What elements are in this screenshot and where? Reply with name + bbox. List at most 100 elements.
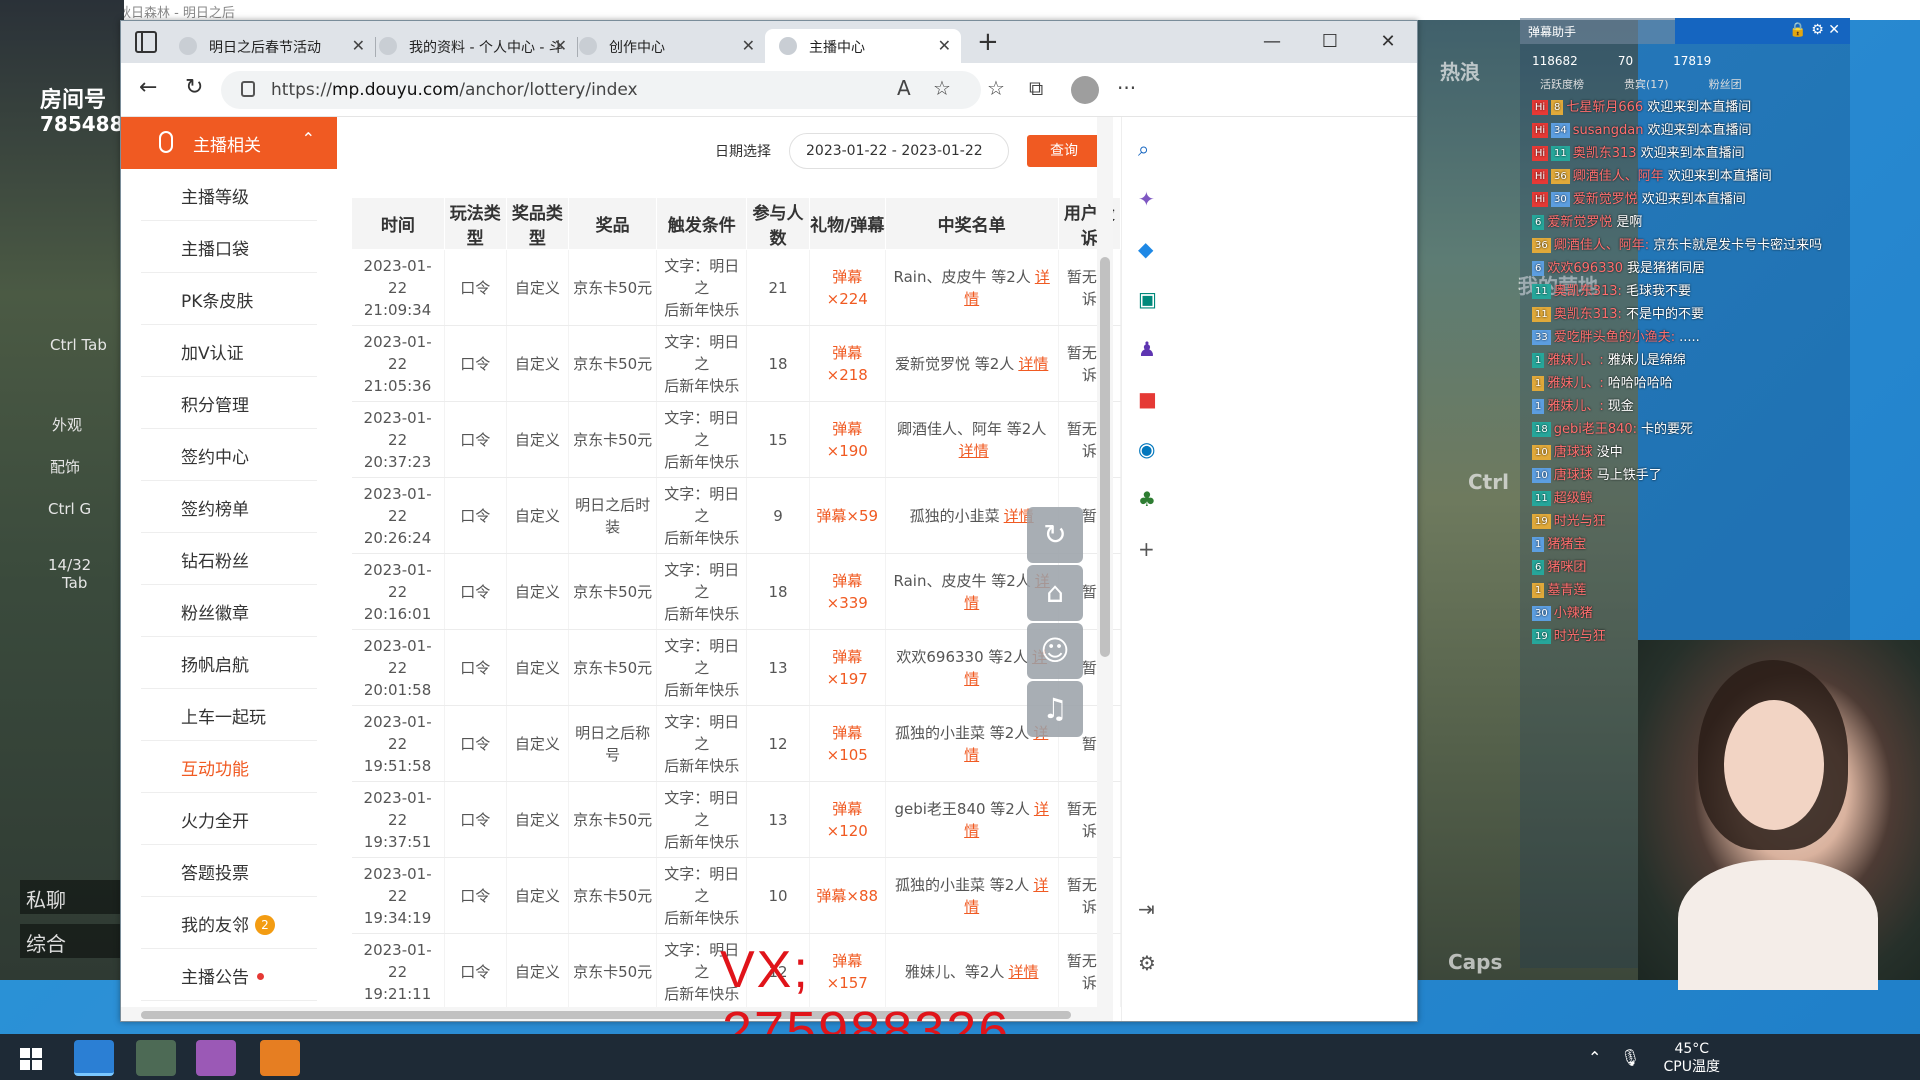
read-aloud-icon[interactable]: A [897,76,911,100]
detail-link[interactable]: 详情 [1018,355,1048,373]
window-close-button[interactable]: ✕ [1359,21,1417,63]
sidebar-item[interactable]: 钻石粉丝 [141,533,317,585]
danmu-username[interactable]: 雅妹儿、: [1547,353,1603,368]
game-app-icon[interactable] [136,1040,176,1076]
add-icon[interactable]: + [1138,537,1155,561]
sidebar-item[interactable]: 答题投票 [141,845,317,897]
level-badge: 11 [1532,491,1551,506]
add-favorite-icon[interactable]: ☆ [933,76,951,100]
query-button[interactable]: 查询 [1027,135,1101,167]
maximize-button[interactable]: ☐ [1301,21,1359,63]
url-field[interactable]: https://mp.douyu.com/anchor/lottery/inde… [221,71,981,109]
windows-start-icon[interactable] [20,1048,42,1070]
tree-icon[interactable]: ♣ [1138,487,1156,511]
tab-creator-center[interactable]: 创作中心 ✕ [565,29,765,63]
tab-activity[interactable]: 活跃度榜 [1540,76,1584,92]
sidebar-item[interactable]: 签约中心 [141,429,317,481]
danmu-username[interactable]: 奥凯东313: [1554,307,1622,322]
sidebar-item[interactable]: 扬帆启航 [141,637,317,689]
tab-fanclub[interactable]: 粉丝团 [1709,76,1742,92]
games-icon[interactable]: ♟ [1138,337,1156,361]
search-icon[interactable]: ⌕ [1138,137,1149,161]
drop-app-icon[interactable] [196,1040,236,1076]
sidebar-item[interactable]: 粉丝徽章 [141,585,317,637]
back-arrow-icon[interactable]: ← [139,75,157,100]
collections-icon[interactable]: ⧉ [1029,76,1043,100]
new-tab-button[interactable]: + [977,27,999,57]
danmu-username[interactable]: 小辣猪 [1554,606,1593,621]
danmu-username[interactable]: 猪猪宝 [1547,537,1586,552]
favorites-icon[interactable]: ☆ [987,76,1005,100]
close-icon[interactable]: ✕ [742,36,755,55]
danmu-username[interactable]: 时光与狂 [1554,514,1606,529]
close-icon[interactable]: ✕ [938,36,951,55]
time-cell: 2023-01-22 19:34:19 [351,857,445,934]
sidebar-item[interactable]: 主播等级 [141,169,317,221]
profile-avatar[interactable] [1071,76,1099,104]
floating-home-button[interactable]: ⌂ [1027,565,1083,621]
danmu-username[interactable]: 卿酒佳人、阿年: [1554,238,1649,253]
toolbox-icon[interactable]: ▣ [1138,287,1157,311]
sidebar-toggle-icon[interactable]: ⇥ [1138,897,1155,921]
danmu-username[interactable]: 奥凯东313 [1573,146,1637,161]
floating-robot-button[interactable]: ☺ [1027,623,1083,679]
floating-replay-button[interactable]: ↻ [1027,507,1083,563]
office-icon[interactable]: ■ [1138,387,1157,411]
danmu-username[interactable]: 超级鲸 [1554,491,1593,506]
sidebar-item[interactable]: 上车一起玩 [141,689,317,741]
floating-support-button[interactable]: ♫ [1027,681,1083,737]
sparkle-icon[interactable]: ✦ [1138,187,1155,211]
tab-actions-icon[interactable] [135,31,157,53]
danmu-username[interactable]: 欢欢696330 [1547,261,1623,276]
more-menu-icon[interactable]: ··· [1117,76,1136,100]
danmu-username[interactable]: 爱吃胖头鱼的小渔夫: [1554,330,1675,345]
microphone-icon[interactable]: 🎙 [1620,1048,1640,1067]
sidebar-item[interactable]: 积分管理 [141,377,317,429]
vertical-scrollbar[interactable] [1097,117,1113,1007]
danmu-username[interactable]: 唐球球 [1554,445,1593,460]
danmu-message: 1 雅妹儿、: 现金 [1520,395,1850,418]
danmu-username[interactable]: 时光与狂 [1554,629,1606,644]
sidebar-item[interactable]: 加V认证 [141,325,317,377]
game-chat-general[interactable]: 综合 [20,924,120,958]
scroll-thumb[interactable] [1100,257,1110,657]
tab-anchor-center[interactable]: 主播中心 ✕ [765,29,961,63]
danmu-username[interactable]: 墓青莲 [1547,583,1586,598]
tag-icon[interactable]: ◆ [1138,237,1153,261]
danmu-username[interactable]: 唐球球 [1554,468,1593,483]
sidebar-header[interactable]: 主播相关 ⌃ [121,117,337,169]
danmu-username[interactable]: 七星斩月666 [1566,100,1643,115]
sidebar-item[interactable]: 签约榜单 [141,481,317,533]
danmu-username[interactable]: 奥凯东313: [1554,284,1622,299]
sidebar-item[interactable]: 主播口袋 [141,221,317,273]
game-chat-private[interactable]: 私聊 [20,880,120,914]
danmu-username[interactable]: gebi老王840: [1554,422,1637,437]
refresh-icon[interactable]: ↻ [185,75,203,100]
detail-link[interactable]: 详情 [1008,963,1038,981]
sidebar-item[interactable]: PK条皮肤 [141,273,317,325]
sidebar-item[interactable]: 火力全开 [141,793,317,845]
sidebar-item[interactable]: 主播公告 [141,949,317,1001]
danmu-username[interactable]: 猪咪团 [1547,560,1586,575]
tab-profile[interactable]: 我的资料 - 个人中心 - 斗 ✕ [365,29,577,63]
settings-gear-icon[interactable]: ⚙ [1138,951,1156,975]
detail-link[interactable]: 详情 [959,442,989,460]
chevron-up-icon[interactable]: ⌃ [1588,1048,1601,1067]
douyu-app-icon[interactable] [260,1040,300,1076]
danmu-username[interactable]: 爱新觉罗悦 [1573,192,1638,207]
tab-spring-event[interactable]: 明日之后春节活动 ✕ [165,29,375,63]
minimize-button[interactable]: — [1243,21,1301,63]
edge-browser-icon[interactable] [74,1040,114,1076]
sidebar-item[interactable]: 互动功能 [141,741,317,793]
danmu-username[interactable]: 雅妹儿、: [1547,399,1603,414]
outlook-icon[interactable]: ◉ [1138,437,1155,461]
danmu-lock-bar[interactable]: 🔒 ⚙ ✕ [1675,18,1850,44]
sidebar-item[interactable]: 我的友邻 2 [141,897,317,949]
date-range-picker[interactable]: 2023-01-22 - 2023-01-22 [789,133,1009,169]
danmu-username[interactable]: susangdan [1573,123,1644,138]
danmu-username[interactable]: 爱新觉罗悦 [1547,215,1612,230]
danmu-username[interactable]: 卿酒佳人、阿年 [1573,169,1664,184]
tab-vip[interactable]: 贵宾(17) [1624,76,1669,92]
danmu-username[interactable]: 雅妹儿、: [1547,376,1603,391]
close-icon[interactable]: ✕ [352,36,365,55]
